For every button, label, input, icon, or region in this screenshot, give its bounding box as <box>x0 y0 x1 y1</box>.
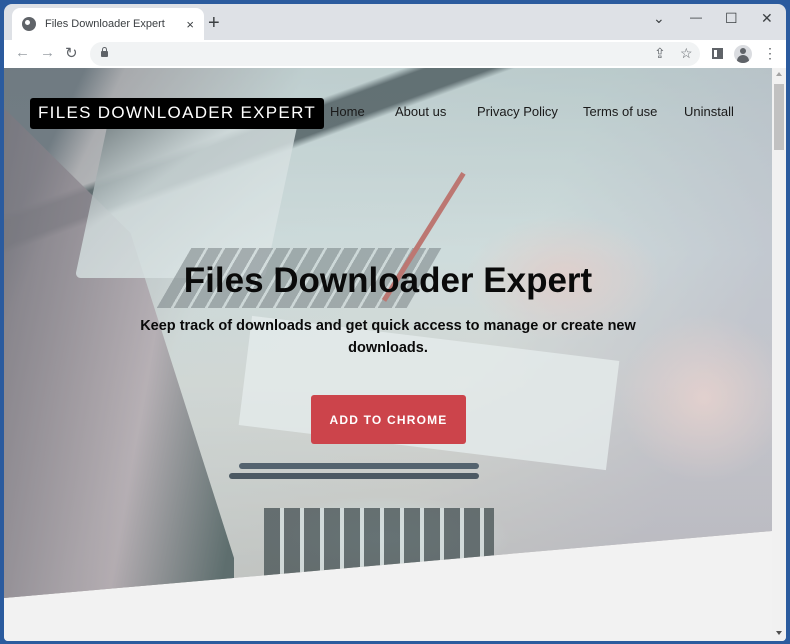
nav-terms-of-use[interactable]: Terms of use <box>583 104 657 119</box>
web-page: FILES DOWNLOADER EXPERT Home About us Pr… <box>4 68 772 641</box>
profile-avatar-icon[interactable] <box>734 45 752 63</box>
scroll-up-arrow-icon[interactable] <box>776 72 782 76</box>
scroll-down-arrow-icon[interactable] <box>776 631 782 635</box>
browser-window: Files Downloader Expert × + ⌄ — ☐ ✕ ← → … <box>4 4 786 641</box>
maximize-button[interactable]: ☐ <box>725 10 738 27</box>
add-to-chrome-button[interactable]: ADD TO CHROME <box>311 395 466 444</box>
nav-privacy-policy[interactable]: Privacy Policy <box>477 104 558 119</box>
close-tab-icon[interactable]: × <box>186 17 194 32</box>
browser-tab[interactable]: Files Downloader Expert × <box>12 8 204 40</box>
new-tab-button[interactable]: + <box>208 13 220 33</box>
browser-toolbar: ← → ↻ ⇪ ☆ ⋮ <box>4 40 786 68</box>
site-logo-text: FILES DOWNLOADER EXPERT <box>38 103 317 122</box>
hero-title: Files Downloader Expert <box>183 261 593 300</box>
side-panel-icon[interactable] <box>712 48 723 59</box>
menu-kebab-icon[interactable]: ⋮ <box>763 45 777 62</box>
lock-icon[interactable] <box>101 47 108 57</box>
reload-button[interactable]: ↻ <box>65 44 78 62</box>
tab-title: Files Downloader Expert <box>45 18 165 30</box>
back-button[interactable]: ← <box>15 44 30 61</box>
address-bar[interactable] <box>90 42 700 66</box>
site-logo[interactable]: FILES DOWNLOADER EXPERT <box>30 98 325 129</box>
hero-section: FILES DOWNLOADER EXPERT Home About us Pr… <box>4 68 772 598</box>
tab-strip: Files Downloader Expert × + ⌄ — ☐ ✕ <box>4 4 786 40</box>
tab-search-icon[interactable]: ⌄ <box>653 10 665 27</box>
hero-subtitle: Keep track of downloads and get quick ac… <box>140 318 636 356</box>
nav-about-us[interactable]: About us <box>395 104 446 119</box>
bookmark-star-icon[interactable]: ☆ <box>680 45 693 62</box>
page-scrollbar[interactable] <box>772 68 786 641</box>
share-icon[interactable]: ⇪ <box>654 45 666 62</box>
scrollbar-thumb[interactable] <box>774 84 784 150</box>
globe-icon <box>22 17 36 31</box>
minimize-button[interactable]: — <box>690 10 702 24</box>
nav-home[interactable]: Home <box>330 104 365 119</box>
close-window-button[interactable]: ✕ <box>761 10 773 27</box>
nav-uninstall[interactable]: Uninstall <box>684 104 734 119</box>
forward-button[interactable]: → <box>40 44 55 61</box>
